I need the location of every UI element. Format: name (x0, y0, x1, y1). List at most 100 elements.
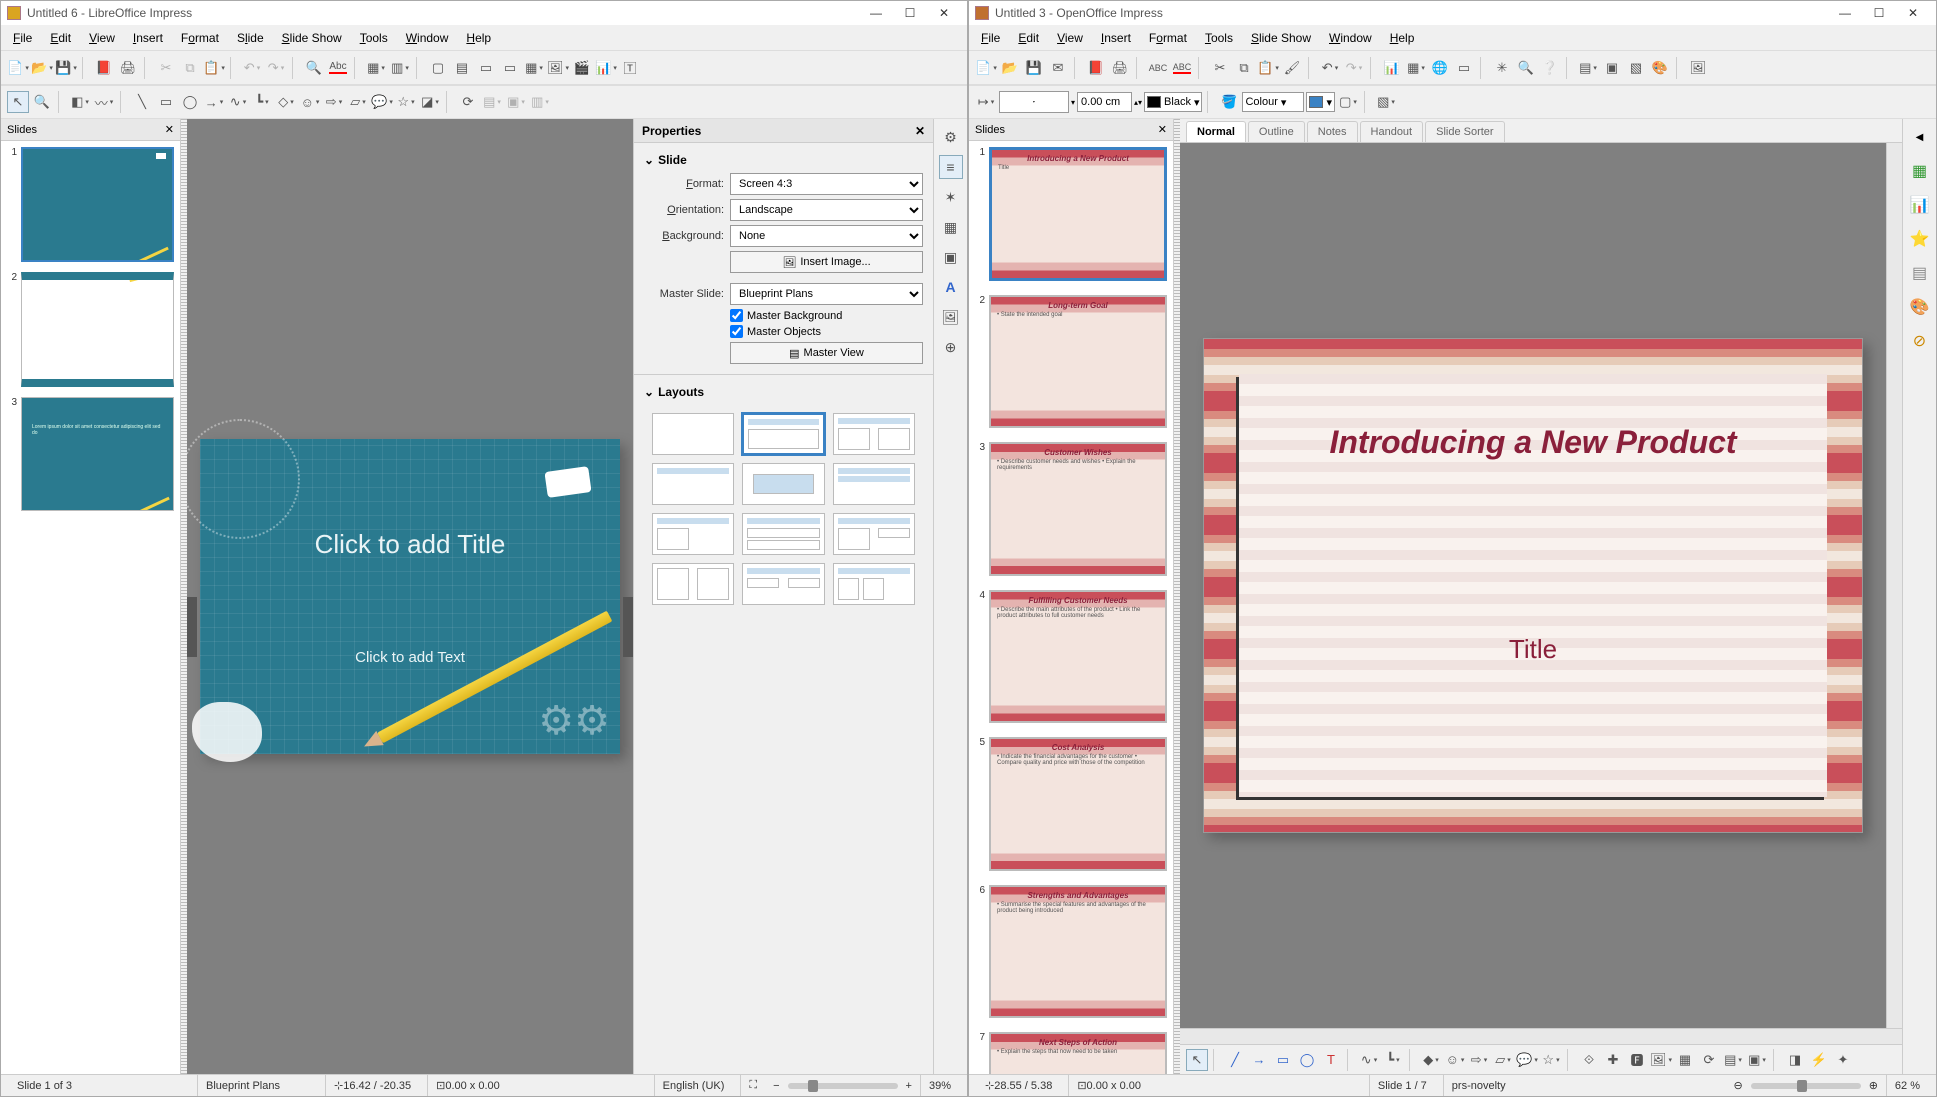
horizontal-scrollbar[interactable] (1180, 1028, 1902, 1044)
master-obj-check[interactable] (730, 325, 743, 338)
curve-tool[interactable]: ∿ (1358, 1049, 1380, 1071)
basic-shapes-tool[interactable]: ◇ (275, 91, 297, 113)
status-lang[interactable]: English (UK) (654, 1075, 733, 1096)
master-bg-check[interactable] (730, 309, 743, 322)
zoom-out-button[interactable]: − (773, 1080, 779, 1092)
layout-centered[interactable] (742, 463, 824, 505)
layout-8[interactable] (742, 513, 824, 555)
grid-button[interactable]: ▦ (365, 57, 387, 79)
format-select[interactable]: Screen 4:3 (730, 173, 923, 195)
oo-titlebar[interactable]: Untitled 3 - OpenOffice Impress — ☐ ✕ (969, 1, 1936, 25)
layout-title-content[interactable] (742, 413, 824, 455)
zoom-slider[interactable] (788, 1083, 898, 1089)
undo-button[interactable]: ↶ (1319, 57, 1341, 79)
export-pdf-button[interactable]: 📕 (1085, 57, 1107, 79)
sidebar-animation-icon[interactable]: ▦ (939, 215, 963, 239)
zoom-in-button[interactable]: + (906, 1080, 912, 1092)
slide-thumb-3[interactable]: Customer Wishes• Describe customer needs… (989, 442, 1167, 576)
slide-layout-button[interactable]: ▤ (1577, 57, 1599, 79)
slide-effects-button[interactable]: ▧ (1625, 57, 1647, 79)
layout-7[interactable] (652, 513, 734, 555)
dock-master-icon[interactable]: 📊 (1908, 193, 1932, 217)
align-tool[interactable]: ▤ (1722, 1049, 1744, 1071)
arrow-line-tool[interactable]: → (1248, 1049, 1270, 1071)
ellipse-tool[interactable]: ◯ (1296, 1049, 1318, 1071)
menu-file[interactable]: File (5, 28, 40, 48)
textbox-button[interactable]: 🅃 (619, 57, 641, 79)
dock-animation-icon[interactable]: ⭐ (1908, 227, 1932, 251)
close-button[interactable]: ✕ (927, 2, 961, 24)
menu-file[interactable]: File (973, 28, 1008, 48)
menu-insert[interactable]: Insert (1093, 28, 1139, 48)
tab-notes[interactable]: Notes (1307, 121, 1358, 142)
open-button[interactable]: 📂 (31, 57, 53, 79)
fit-page-button[interactable]: ⛶ (740, 1075, 765, 1096)
redo-button[interactable]: ↷ (265, 57, 287, 79)
shadow-button[interactable]: ▢ (1337, 91, 1359, 113)
hyperlink-button[interactable]: 🌐 (1429, 57, 1451, 79)
menu-view[interactable]: View (81, 28, 123, 48)
nav-prev-handle[interactable] (187, 597, 197, 657)
area-style-button[interactable]: 🪣 (1218, 91, 1240, 113)
menu-help[interactable]: Help (458, 28, 499, 48)
menu-window[interactable]: Window (398, 28, 457, 48)
copy-button[interactable]: ⧉ (1233, 57, 1255, 79)
fontwork-button[interactable]: 🎨 (1649, 57, 1671, 79)
layout-11[interactable] (742, 563, 824, 605)
oo-main-slide[interactable]: Introducing a New Product Title (1203, 338, 1863, 833)
close-panel-icon[interactable]: ✕ (165, 123, 174, 136)
menu-format[interactable]: Format (173, 28, 227, 48)
slide-section-header[interactable]: ⌄ Slide (644, 153, 923, 167)
sidebar-settings-icon[interactable]: ⚙ (939, 125, 963, 149)
spellcheck-button[interactable]: ABC (1147, 57, 1169, 79)
curve-tool[interactable]: ∿ (227, 91, 249, 113)
arrange-tool[interactable]: ▣ (1746, 1049, 1768, 1071)
undo-button[interactable]: ↶ (241, 57, 263, 79)
menu-format[interactable]: Format (1141, 28, 1195, 48)
sidebar-master-icon[interactable]: ▣ (939, 245, 963, 269)
find-button[interactable]: 🔍 (303, 57, 325, 79)
vertical-scrollbar[interactable] (1886, 143, 1902, 1028)
slide-design-button[interactable]: ▣ (1601, 57, 1623, 79)
cut-button[interactable]: ✂ (155, 57, 177, 79)
tab-handout[interactable]: Handout (1360, 121, 1424, 142)
menu-tools[interactable]: Tools (1197, 28, 1241, 48)
sidebar-gallery-icon[interactable]: 🖼 (939, 305, 963, 329)
text-tool[interactable]: T (1320, 1049, 1342, 1071)
slide-thumb-2[interactable]: Long-term Goal• State the intended goal (989, 295, 1167, 429)
minimize-button[interactable]: — (1828, 2, 1862, 24)
gluepoints-tool[interactable]: ✚ (1602, 1049, 1624, 1071)
line-width-input[interactable] (1077, 92, 1132, 112)
print-button[interactable]: 🖨 (117, 57, 139, 79)
lo-slides-list[interactable]: 1 2 3 Lorem ipsum do (1, 141, 180, 1074)
paste-button[interactable]: 📋 (1257, 57, 1279, 79)
snap-button[interactable]: ▥ (389, 57, 411, 79)
menu-slide[interactable]: Slide (229, 28, 272, 48)
zoom-out-button[interactable]: ⊖ (1733, 1079, 1742, 1092)
menu-help[interactable]: Help (1382, 28, 1423, 48)
master-view-button[interactable]: ▤ Master View (730, 342, 923, 364)
menu-slideshow[interactable]: Slide Show (274, 28, 350, 48)
cut-button[interactable]: ✂ (1209, 57, 1231, 79)
help-button[interactable]: ❔ (1539, 57, 1561, 79)
slide-row-2[interactable]: 2Long-term Goal• State the intended goal (975, 295, 1167, 429)
select-tool[interactable]: ↖ (1186, 1049, 1208, 1071)
slide-thumb-5[interactable]: Cost Analysis• Indicate the financial ad… (989, 737, 1167, 871)
layout-blank[interactable] (652, 413, 734, 455)
layout-10[interactable] (652, 563, 734, 605)
zoom-tool[interactable]: 🔍 (31, 91, 53, 113)
slide-thumb-4[interactable]: Fulfilling Customer Needs• Describe the … (989, 590, 1167, 724)
layouts-section-header[interactable]: ⌄ Layouts (644, 385, 923, 399)
flowchart-tool[interactable]: ▱ (1492, 1049, 1514, 1071)
oo-subtitle-text[interactable]: Title (1289, 634, 1777, 665)
block-arrow-tool[interactable]: ⇨ (323, 91, 345, 113)
chart-button[interactable]: 📊 (1381, 57, 1403, 79)
sidebar-properties-icon[interactable]: ≡ (939, 155, 963, 179)
slide-row-7[interactable]: 7Next Steps of Action• Explain the steps… (975, 1032, 1167, 1074)
oo-canvas[interactable]: Introducing a New Product Title (1180, 143, 1886, 1028)
layout-2content-title[interactable] (833, 463, 915, 505)
connector-tool[interactable]: ┗ (1382, 1049, 1404, 1071)
arrange-button[interactable]: ▣ (505, 91, 527, 113)
maximize-button[interactable]: ☐ (893, 2, 927, 24)
table-button[interactable]: ▦ (1405, 57, 1427, 79)
